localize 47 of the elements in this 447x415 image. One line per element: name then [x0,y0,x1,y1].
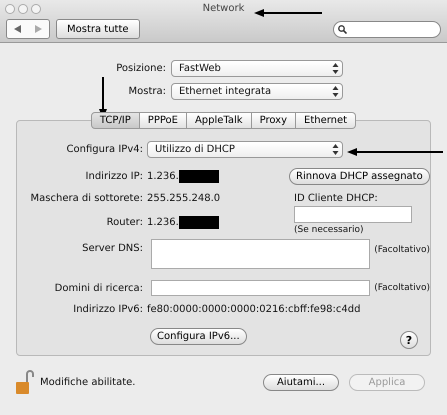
back-forward-control[interactable] [6,19,50,39]
search-icon [338,24,347,34]
field-hint: (Se necessario) [294,225,364,235]
ip-address-value: 1.236. [147,171,179,182]
router-value: 1.236. [147,217,179,228]
tab[interactable]: AppleTalk [186,112,252,129]
dns-server-field[interactable] [151,239,370,269]
redaction-bar [178,170,219,183]
stepper-icon [332,63,339,74]
stepper-icon [332,86,339,97]
window-title: Network [202,3,244,14]
open-padlock-icon[interactable] [16,370,34,394]
tab[interactable]: Proxy [252,112,296,129]
location-dropdown[interactable]: FastWeb [171,60,343,77]
optional-note: (Facoltativo) [373,283,430,293]
annotation-arrow [254,9,322,17]
field-label: Router: [106,217,144,228]
field-label: Indirizzo IPv6: [72,304,144,315]
back-icon [14,25,21,33]
configure-ipv6-button[interactable]: Configura IPv6... [150,328,247,344]
help-button[interactable]: ? [400,331,418,349]
show-all-button[interactable]: Mostra tutte [56,19,140,39]
tab[interactable]: TCP/IP [90,112,140,129]
renew-dhcp-button[interactable]: Rinnova DHCP assegnato [289,168,430,185]
field-label: Mostra: [128,86,167,97]
field-label: Indirizzo IP: [84,171,144,182]
field-label: ID Cliente DHCP: [294,193,379,204]
redaction-bar [178,216,219,229]
dhcp-client-id-field[interactable] [294,206,412,223]
search-domains-field[interactable] [151,280,370,296]
subnet-mask-value: 255.255.248.0 [147,193,222,204]
lock-status-text: Modifiche abilitate. [40,376,136,388]
field-label: Posizione: [115,63,167,74]
field-label: Domini di ricerca: [54,282,144,294]
footer-button[interactable]: Aiutami... [263,374,339,390]
field-label: Maschera di sottorete: [30,193,144,204]
optional-note: (Facoltativo) [373,244,430,255]
field-label: Configura IPv4: [66,144,144,155]
tab[interactable]: Ethernet [296,112,356,129]
field-label: Server DNS: [81,242,144,254]
search-field[interactable] [333,20,441,38]
show-dropdown[interactable]: Ethernet integrata [171,83,343,100]
configure-ipv4-dropdown[interactable]: Utilizzo di DHCP [147,141,343,158]
ipv6-address-value: fe80:0000:0000:0000:0216:cbff:fe98:c4dd [147,304,360,315]
forward-icon [35,25,42,33]
tab[interactable]: PPPoE [140,112,187,129]
stepper-icon [332,144,339,155]
